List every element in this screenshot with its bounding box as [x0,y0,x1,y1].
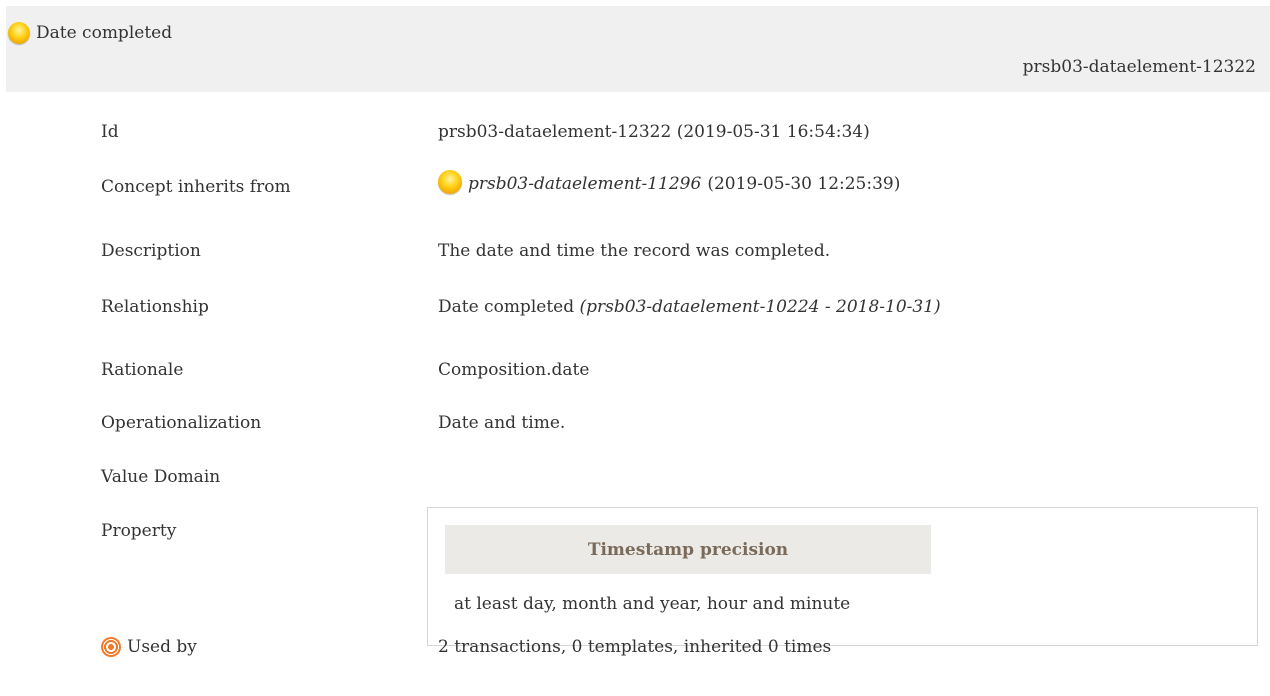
inherits-link[interactable]: prsb03-dataelement-11296 [468,174,701,194]
used-by-label: Used by [127,637,197,657]
concept-id: prsb03-dataelement-12322 [1022,57,1256,77]
rationale-value: Composition.date [438,360,590,380]
inherits-date: (2019-05-30 12:25:39) [707,174,901,194]
property-heading: Timestamp precision [445,525,931,574]
status-ball-icon [438,170,462,194]
status-ball-icon [8,22,30,44]
concept-title-text: Date completed [36,23,173,43]
id-label: Id [101,122,119,142]
used-by-label-group: Used by [101,637,197,657]
inherits-value: prsb03-dataelement-11296 (2019-05-30 12:… [438,170,900,194]
concept-header: Date completed prsb03-dataelement-12322 [6,6,1270,92]
property-label: Property [101,521,177,541]
relationship-ref: (prsb03-dataelement-10224 - 2018-10-31) [579,297,941,317]
used-by-value[interactable]: 2 transactions, 0 templates, inherited 0… [438,637,831,657]
operationalization-value: Date and time. [438,413,566,433]
description-value: The date and time the record was complet… [438,241,831,261]
rationale-label: Rationale [101,360,184,380]
inherits-label: Concept inherits from [101,177,291,197]
target-icon [101,637,121,657]
operationalization-label: Operationalization [101,413,262,433]
value-domain-label: Value Domain [101,467,221,487]
description-label: Description [101,241,201,261]
property-value: at least day, month and year, hour and m… [454,594,851,614]
relationship-label: Relationship [101,297,209,317]
relationship-name: Date completed [438,297,575,317]
property-box: Timestamp precision at least day, month … [427,507,1258,646]
relationship-value: Date completed (prsb03-dataelement-10224… [438,297,941,317]
concept-title: Date completed [8,22,172,44]
id-value: prsb03-dataelement-12322 (2019-05-31 16:… [438,122,870,142]
